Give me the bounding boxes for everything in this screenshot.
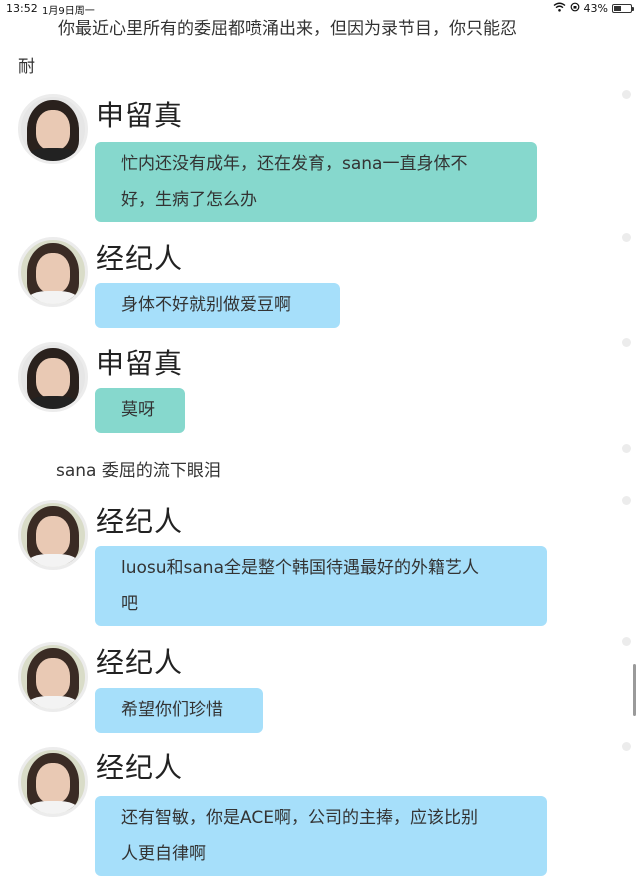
message-bubble: 忙内还没有成年，还在发育，sana一直身体不 好，生病了怎么办 (95, 142, 537, 222)
speaker-name: 经纪人 (96, 646, 184, 679)
message-bubble: 希望你们珍惜 (95, 688, 263, 733)
avatar-manager[interactable] (18, 237, 88, 307)
message-line: 还有智敏，你是ACE啊，公司的主捧，应该比别 (121, 808, 478, 828)
speaker-name: 申留真 (96, 99, 184, 132)
avatar-manager[interactable] (18, 747, 88, 817)
scroll-marker (622, 742, 631, 751)
story-text-top-cont: 耐 (18, 57, 35, 77)
message-line: 忙内还没有成年，还在发育，sana一直身体不 (121, 154, 468, 174)
message-line: 身体不好就别做爱豆啊 (121, 295, 291, 315)
message-line: 人更自律啊 (121, 844, 206, 864)
speaker-name: 经纪人 (96, 505, 184, 538)
story-text-top: 你最近心里所有的委屈都喷涌出来，但因为录节目，你只能忍 (58, 19, 517, 39)
battery-percent: 43% (583, 2, 608, 15)
message-bubble: luosu和sana全是整个韩国待遇最好的外籍艺人 吧 (95, 546, 547, 626)
scrollbar-thumb[interactable] (633, 664, 636, 716)
avatar-manager[interactable] (18, 500, 88, 570)
scroll-marker (622, 637, 631, 646)
message-bubble: 还有智敏，你是ACE啊，公司的主捧，应该比别 人更自律啊 (95, 796, 547, 876)
story-narration: sana 委屈的流下眼泪 (56, 461, 221, 481)
message-bubble: 身体不好就别做爱豆啊 (95, 283, 340, 328)
scroll-marker (622, 496, 631, 505)
speaker-name: 经纪人 (96, 242, 184, 275)
message-line: 希望你们珍惜 (121, 700, 223, 720)
avatar-shin-ryujin[interactable] (18, 94, 88, 164)
message-line: luosu和sana全是整个韩国待遇最好的外籍艺人 (121, 558, 479, 578)
scroll-marker (622, 444, 631, 453)
message-line: 吧 (121, 594, 138, 614)
scroll-marker (622, 233, 631, 242)
speaker-name: 经纪人 (96, 751, 184, 784)
scroll-marker (622, 90, 631, 99)
status-time: 13:52 (6, 2, 38, 15)
wifi-icon (553, 2, 566, 15)
avatar-manager[interactable] (18, 642, 88, 712)
avatar-shin-ryujin[interactable] (18, 342, 88, 412)
message-line: 莫呀 (121, 400, 155, 420)
battery-icon (612, 4, 634, 13)
rotation-lock-icon (570, 2, 580, 15)
message-bubble: 莫呀 (95, 388, 185, 433)
status-indicators: 43% (553, 2, 634, 15)
battery-level (614, 6, 621, 11)
speaker-name: 申留真 (96, 347, 184, 380)
message-line: 好，生病了怎么办 (121, 190, 257, 210)
scroll-marker (622, 338, 631, 347)
